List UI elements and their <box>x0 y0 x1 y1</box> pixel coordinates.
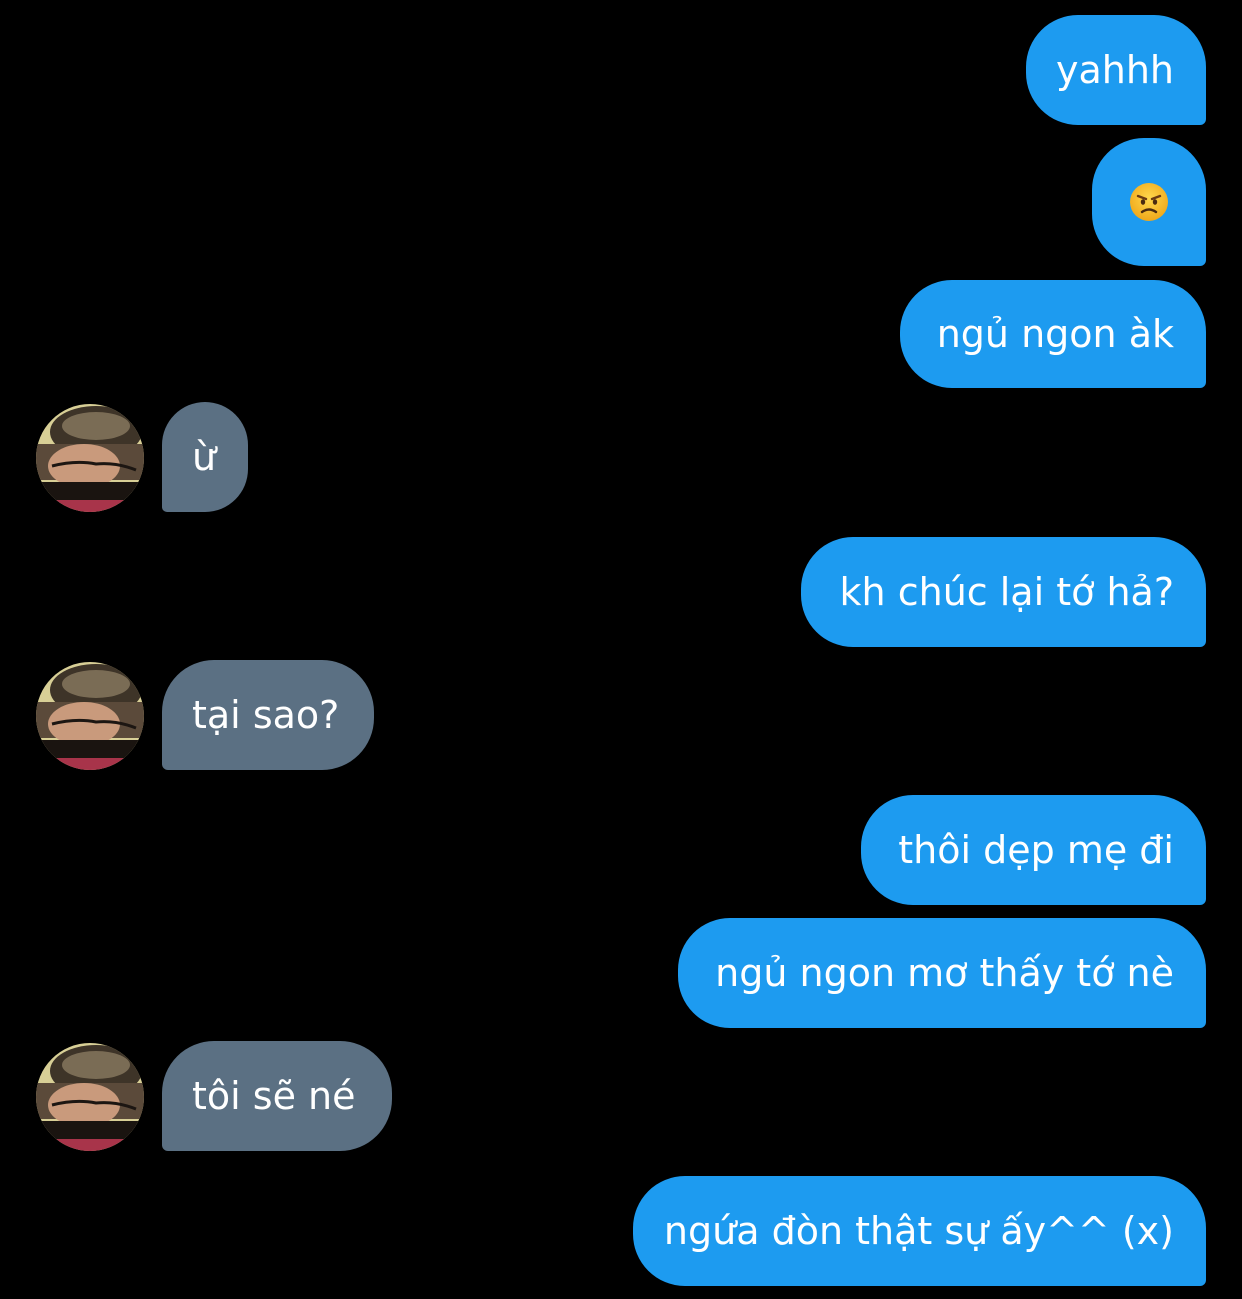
message-text: yahhh <box>1055 48 1174 92</box>
message-text: ngủ ngon mơ thấy tớ nè <box>715 951 1174 995</box>
outgoing-message[interactable]: ngủ ngon àk <box>900 280 1206 388</box>
incoming-message[interactable]: ừ <box>162 402 248 512</box>
incoming-message[interactable]: tôi sẽ né <box>162 1041 392 1151</box>
outgoing-message-emoji[interactable] <box>1092 138 1206 266</box>
message-text: ngủ ngon àk <box>936 312 1174 356</box>
angry-face-icon <box>1130 183 1168 221</box>
outgoing-message[interactable]: ngủ ngon mơ thấy tớ nè <box>678 918 1206 1028</box>
avatar-image <box>36 404 144 512</box>
message-text: thôi dẹp mẹ đi <box>898 828 1174 872</box>
outgoing-message[interactable]: yahhh <box>1026 15 1206 125</box>
incoming-message[interactable]: tại sao? <box>162 660 374 770</box>
message-text: kh chúc lại tớ hả? <box>839 570 1174 614</box>
avatar-image <box>36 662 144 770</box>
avatar[interactable] <box>36 404 144 512</box>
avatar-image <box>36 1043 144 1151</box>
outgoing-message[interactable]: ngứa đòn thật sự ấy^^ (x) <box>633 1176 1206 1286</box>
outgoing-message[interactable]: kh chúc lại tớ hả? <box>801 537 1206 647</box>
message-text: tôi sẽ né <box>192 1074 356 1118</box>
avatar[interactable] <box>36 662 144 770</box>
message-text: ừ <box>192 435 217 479</box>
outgoing-message[interactable]: thôi dẹp mẹ đi <box>861 795 1206 905</box>
avatar[interactable] <box>36 1043 144 1151</box>
message-text: tại sao? <box>192 693 340 737</box>
message-text: ngứa đòn thật sự ấy^^ (x) <box>663 1209 1174 1253</box>
